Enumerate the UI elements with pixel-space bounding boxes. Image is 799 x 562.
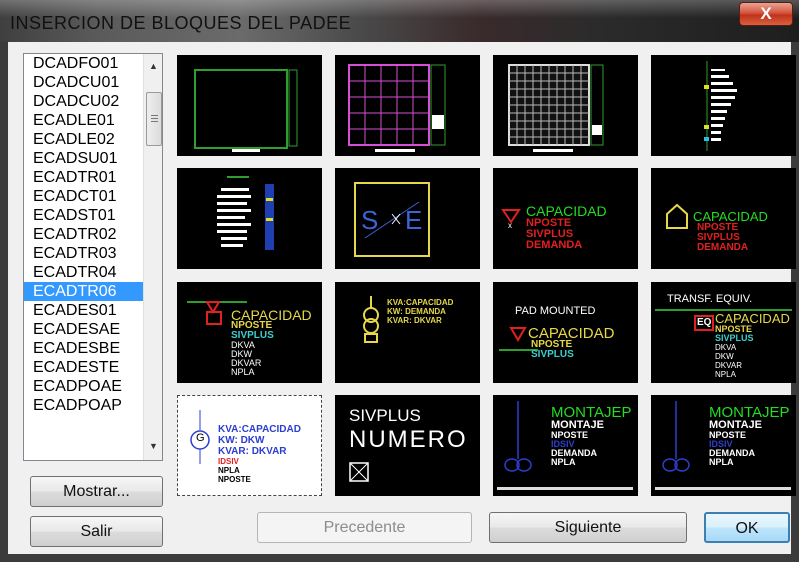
list-item[interactable]: ECADCT01: [24, 187, 144, 206]
block-label: KVAR: DKVAR: [218, 446, 287, 457]
precedente-button[interactable]: Precedente: [257, 512, 472, 543]
block-preview-12[interactable]: TRANSF. EQUIV. EQ CAPACIDAD NPOSTE SIVPL…: [651, 282, 796, 383]
block-drawing: [217, 176, 274, 250]
block-label: DEMANDA: [697, 242, 749, 253]
block-label: S: [361, 205, 379, 235]
title-bar: INSERCION DE BLOQUES DEL PADEE X: [0, 0, 799, 42]
block-label: KW: DEMANDA: [387, 307, 446, 316]
scroll-up-arrow-icon[interactable]: ▲: [144, 58, 162, 75]
block-label: E: [405, 205, 423, 235]
block-label: CAPACIDAD: [526, 203, 607, 219]
list-item[interactable]: ECADPOAE: [24, 377, 144, 396]
block-preview-13[interactable]: G KVA:CAPACIDAD KW: DKW KVAR: DKVAR IDSI…: [177, 395, 322, 496]
block-label: G: [196, 432, 205, 444]
block-label: DKW: [715, 352, 734, 361]
block-preview-14[interactable]: SIVPLUS NUMERO: [335, 395, 480, 496]
list-item[interactable]: ECADTR02: [24, 225, 144, 244]
list-item[interactable]: ECADST01: [24, 206, 144, 225]
block-label: TRANSF. EQUIV.: [667, 293, 753, 305]
block-label: MONTAJEP: [709, 404, 790, 421]
list-item[interactable]: ECADTR01: [24, 168, 144, 187]
block-label: KVA:CAPACIDAD: [218, 424, 301, 435]
block-preview-3[interactable]: [493, 55, 638, 156]
list-item[interactable]: ECADLE01: [24, 111, 144, 130]
block-label: PAD MOUNTED: [515, 305, 596, 317]
block-label: DEMANDA: [526, 239, 583, 251]
block-preview-5[interactable]: [177, 168, 322, 269]
block-preview-6[interactable]: S E: [335, 168, 480, 269]
block-label: NPLA: [231, 367, 255, 377]
block-preview-1[interactable]: [177, 55, 322, 156]
block-label: NPLA: [218, 466, 240, 475]
block-preview-7[interactable]: x CAPACIDAD NPOSTE SIVPLUS DEMANDA: [493, 168, 638, 269]
mostrar-button[interactable]: Mostrar...: [30, 476, 163, 507]
list-item[interactable]: ECADTR04: [24, 263, 144, 282]
block-label: NPLA: [551, 457, 576, 467]
block-preview-11[interactable]: PAD MOUNTED CAPACIDAD NPOSTE SIVPLUS: [493, 282, 638, 383]
list-item[interactable]: ECADSU01: [24, 149, 144, 168]
block-preview-15[interactable]: MONTAJEP MONTAJE NPOSTE IDSIV DEMANDA NP…: [493, 395, 638, 496]
siguiente-button[interactable]: Siguiente: [489, 512, 687, 543]
block-label: SIVPLUS: [715, 333, 754, 343]
list-item[interactable]: ECADES01: [24, 301, 144, 320]
block-label: NPLA: [715, 370, 736, 379]
block-preview-16[interactable]: MONTAJEP MONTAJE NPOSTE IDSIV DEMANDA NP…: [651, 395, 796, 496]
block-preview-4[interactable]: [651, 55, 796, 156]
block-label: SIVPLUS: [349, 406, 421, 425]
list-item[interactable]: DCADFO01: [24, 54, 144, 73]
block-preview-8[interactable]: CAPACIDAD NPOSTE SIVPLUS DEMANDA: [651, 168, 796, 269]
list-scrollbar[interactable]: ▲ ▼: [143, 54, 162, 460]
list-item[interactable]: ECADTR03: [24, 244, 144, 263]
ok-button[interactable]: OK: [704, 512, 790, 543]
block-preview-9[interactable]: CAPACIDAD NPOSTE SIVPLUS DKVA DKW DKVAR …: [177, 282, 322, 383]
block-label: IDSIV: [218, 457, 239, 466]
block-label: KVA:CAPACIDAD: [387, 298, 454, 307]
block-label: NPOSTE: [218, 475, 251, 484]
block-label: EQ: [697, 317, 712, 328]
dialog-window: INSERCION DE BLOQUES DEL PADEE X DCADFO0…: [0, 0, 799, 562]
block-drawing: [348, 64, 446, 152]
block-list[interactable]: DCADFO01 DCADCU01 DCADCU02 ECADLE01 ECAD…: [23, 53, 163, 461]
block-label: DKVAR: [715, 361, 742, 370]
block-label: NPLA: [709, 457, 734, 467]
block-preview-10[interactable]: KVA:CAPACIDAD KW: DEMANDA KVAR: DKVAR: [335, 282, 480, 383]
block-preview-2[interactable]: [335, 55, 480, 156]
scroll-down-arrow-icon[interactable]: ▼: [144, 438, 162, 455]
close-button[interactable]: X: [739, 2, 793, 26]
block-label: MONTAJEP: [551, 404, 632, 421]
block-label: NUMERO: [349, 426, 468, 453]
list-item[interactable]: ECADESTE: [24, 358, 144, 377]
list-item[interactable]: ECADESBE: [24, 339, 144, 358]
block-label: KVAR: DKVAR: [387, 316, 442, 325]
block-drawing: [704, 61, 737, 151]
window-title: INSERCION DE BLOQUES DEL PADEE: [10, 13, 352, 33]
block-label: KW: DKW: [218, 435, 265, 446]
block-drawing: [508, 64, 604, 152]
list-item-selected[interactable]: ECADTR06: [24, 282, 144, 301]
scrollbar-thumb[interactable]: [146, 92, 162, 146]
block-label: SIVPLUS: [531, 349, 574, 360]
svg-text:x: x: [508, 221, 512, 230]
list-item[interactable]: ECADLE02: [24, 130, 144, 149]
salir-button[interactable]: Salir: [30, 516, 163, 547]
list-item[interactable]: DCADCU01: [24, 73, 144, 92]
list-item[interactable]: DCADCU02: [24, 92, 144, 111]
block-drawing: [194, 69, 298, 152]
block-label: DKVA: [715, 343, 737, 352]
list-item[interactable]: ECADESAE: [24, 320, 144, 339]
list-item[interactable]: ECADPOAP: [24, 396, 144, 415]
